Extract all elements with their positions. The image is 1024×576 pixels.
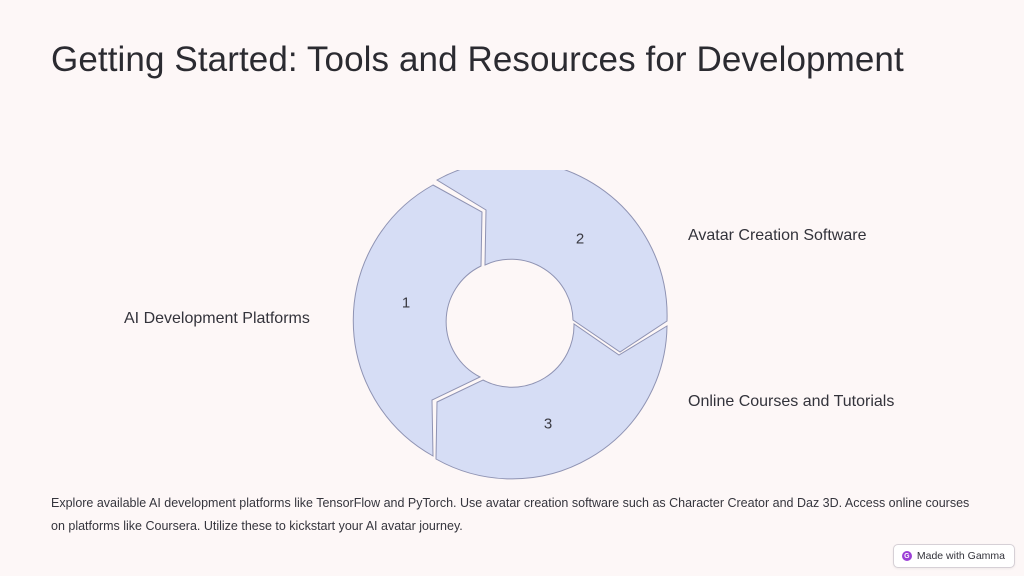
description-text: Explore available AI development platfor…	[51, 496, 970, 533]
cycle-segment-3	[435, 323, 668, 480]
cycle-ring	[352, 170, 668, 480]
cycle-diagram: 1 2 3	[340, 170, 680, 480]
page-title: Getting Started: Tools and Resources for…	[51, 40, 904, 79]
segment-2-number: 2	[575, 230, 585, 248]
gamma-logo-icon: G	[901, 551, 912, 561]
label-ai-development-platforms: AI Development Platforms	[124, 310, 310, 327]
badge-label: Made with Gamma	[916, 550, 1005, 562]
label-avatar-creation-software: Avatar Creation Software	[688, 227, 867, 244]
made-with-gamma-badge[interactable]: G Made with Gamma	[892, 544, 1015, 568]
segment-3-number: 3	[543, 415, 553, 433]
label-online-courses: Online Courses and Tutorials	[688, 393, 895, 410]
segment-1-number: 1	[401, 294, 411, 312]
